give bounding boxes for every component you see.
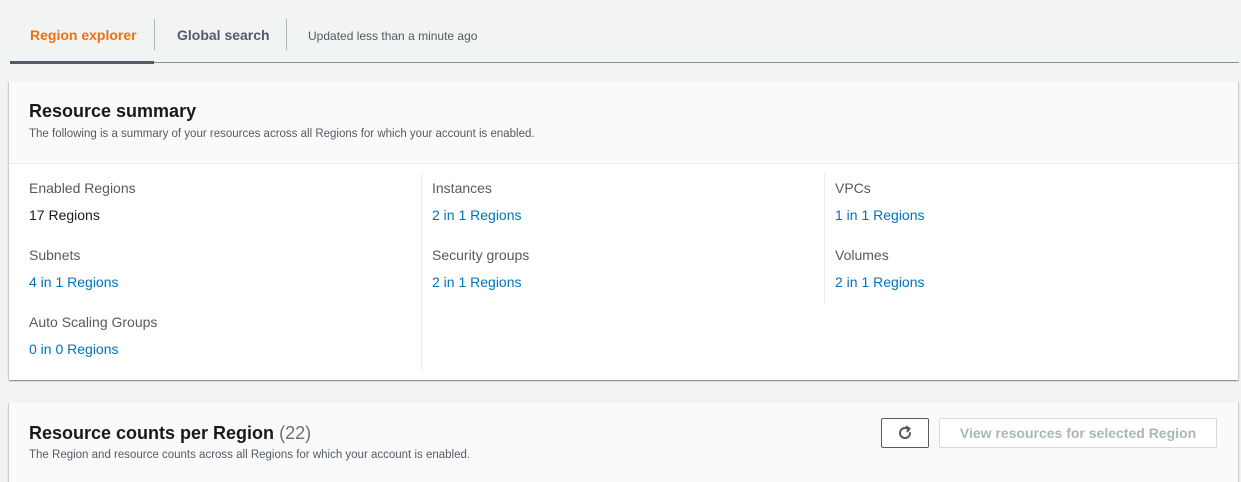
- resource-counts-title-text: Resource counts per Region: [29, 423, 275, 443]
- summary-item-security-groups: Security groups 2 in 1 Regions: [432, 247, 529, 290]
- resource-counts-total: (22): [279, 423, 312, 443]
- summary-item-instances: Instances 2 in 1 Regions: [432, 180, 522, 223]
- summary-item-value: 17 Regions: [29, 207, 100, 223]
- resource-counts-title: Resource counts per Region (22): [29, 423, 311, 444]
- summary-item-volumes: Volumes 2 in 1 Regions: [835, 247, 925, 290]
- tab-bar: Region explorer Global search Updated le…: [10, 0, 1239, 64]
- tab-separator: [154, 19, 155, 50]
- summary-item-label: Instances: [432, 180, 492, 196]
- summary-column-3: VPCs 1 in 1 Regions Volumes 2 in 1 Regio…: [835, 164, 1215, 369]
- summary-column-1: Enabled Regions 17 Regions Subnets 4 in …: [29, 164, 409, 369]
- summary-item-link[interactable]: 1 in 1 Regions: [835, 207, 925, 223]
- summary-item-link[interactable]: 0 in 0 Regions: [29, 341, 157, 357]
- tab-separator: [286, 19, 287, 50]
- view-resources-button[interactable]: View resources for selected Region: [939, 418, 1217, 448]
- resource-summary-card: Resource summary The following is a summ…: [9, 81, 1238, 380]
- resource-summary-header: Resource summary The following is a summ…: [9, 81, 1238, 164]
- summary-item-vpcs: VPCs 1 in 1 Regions: [835, 180, 925, 223]
- summary-item-auto-scaling-groups: Auto Scaling Groups 0 in 0 Regions: [29, 314, 157, 357]
- tab-region-explorer[interactable]: Region explorer: [30, 0, 137, 62]
- resource-summary-title: Resource summary: [29, 101, 197, 121]
- resource-summary-description: The following is a summary of your resou…: [29, 128, 535, 140]
- summary-item-link[interactable]: 4 in 1 Regions: [29, 274, 119, 290]
- refresh-button[interactable]: [881, 418, 929, 448]
- updated-status: Updated less than a minute ago: [308, 29, 478, 43]
- summary-item-label: Subnets: [29, 247, 81, 263]
- summary-item-label: Enabled Regions: [29, 180, 136, 196]
- column-divider: [421, 173, 422, 371]
- summary-item-label: VPCs: [835, 180, 871, 196]
- column-divider: [824, 173, 825, 303]
- summary-item-subnets: Subnets 4 in 1 Regions: [29, 247, 119, 290]
- active-tab-underline: [10, 61, 154, 64]
- summary-item-link[interactable]: 2 in 1 Regions: [835, 274, 925, 290]
- resource-counts-card: Resource counts per Region (22) The Regi…: [9, 402, 1238, 482]
- summary-item-label: Volumes: [835, 247, 889, 263]
- tab-global-search[interactable]: Global search: [177, 0, 270, 62]
- summary-column-2: Instances 2 in 1 Regions Security groups…: [432, 164, 812, 369]
- summary-item-link[interactable]: 2 in 1 Regions: [432, 274, 529, 290]
- summary-item-label: Auto Scaling Groups: [29, 314, 158, 330]
- resource-counts-description: The Region and resource counts across al…: [29, 449, 471, 461]
- refresh-icon: [899, 425, 912, 439]
- summary-item-enabled-regions: Enabled Regions 17 Regions: [29, 180, 136, 223]
- summary-item-label: Security groups: [432, 247, 530, 263]
- summary-item-link[interactable]: 2 in 1 Regions: [432, 207, 522, 223]
